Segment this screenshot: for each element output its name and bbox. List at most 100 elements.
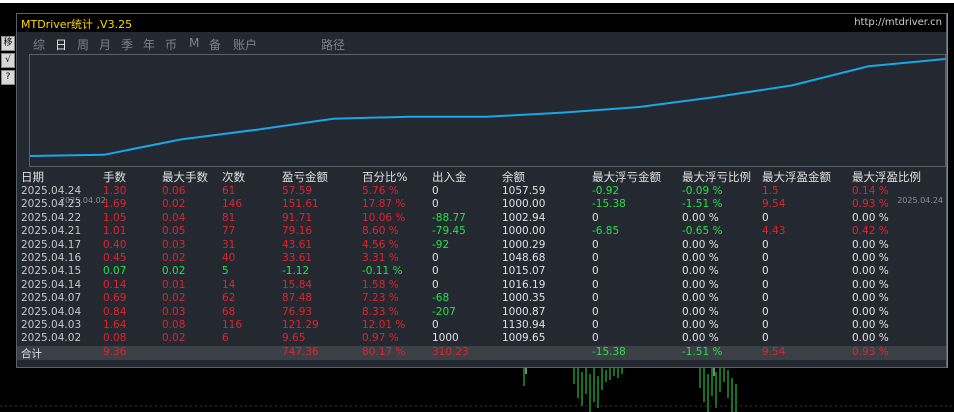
header-deposit[interactable]: 出入金 [432, 169, 467, 185]
table-header: 日期 手数 最大手数 次数 盈亏金额 百分比% 出入金 余额 最大浮亏金额 最大浮亏比例 最大浮盈金… [17, 169, 946, 185]
table-row[interactable]: 2025.04.17 0.40 0.03 31 43.61 4.56 % -92 1000.2… [17, 239, 946, 253]
table-row[interactable]: 2025.04.03 1.64 0.08 116 121.29 12.01 % 0 1130.… [17, 319, 946, 333]
cell-max-float-loss: 0 [592, 211, 599, 224]
header-max-float-loss-pct[interactable]: 最大浮亏比例 [682, 169, 751, 185]
cell-deposit: 0 [432, 185, 439, 197]
cell-max-float-loss-pct: 0.00 % [682, 292, 719, 305]
table-row[interactable]: 2025.04.15 0.07 0.02 5 -1.12 -0.11 % 0 1015.07 0… [17, 265, 946, 279]
header-max-float-profit-pct[interactable]: 最大浮盈比例 [852, 169, 921, 185]
tab-monthly[interactable]: 月 [99, 36, 111, 53]
cell-max-float-loss: 0 [592, 238, 599, 251]
table-row[interactable]: 2025.04.21 1.01 0.05 77 79.16 8.60 % -79.45 100… [17, 225, 946, 239]
header-max-lots[interactable]: 最大手数 [162, 169, 208, 185]
cell-max-lots: 0.05 [162, 225, 186, 238]
total-row: 合计 9.36 747.36 80.17 % 310.23 -15.38 -1.51 % 9.… [17, 345, 946, 360]
cell-deposit: 1000 [432, 332, 459, 345]
tab-notes[interactable]: 备 [209, 36, 221, 53]
header-balance[interactable]: 余额 [502, 169, 525, 185]
balance-point [332, 117, 335, 120]
header-max-float-profit[interactable]: 最大浮盈金额 [762, 169, 831, 185]
header-date[interactable]: 日期 [21, 169, 44, 185]
cell-percent: 0.97 % [362, 332, 399, 345]
cell-lots: 0.07 [103, 265, 127, 278]
cell-trades: 68 [222, 305, 236, 318]
cell-balance: 1002.94 [502, 211, 546, 224]
table-row[interactable]: 2025.04.07 0.69 0.02 62 87.48 7.23 % -68 1000.3… [17, 292, 946, 306]
cell-max-float-profit-pct: 0.00 % [852, 265, 889, 278]
table-row[interactable]: 2025.04.16 0.45 0.02 40 33.61 3.31 % 0 1048.68 0… [17, 252, 946, 266]
balance-point [179, 138, 182, 141]
header-trades[interactable]: 次数 [222, 169, 245, 185]
cell-max-float-profit: 0 [762, 305, 769, 318]
website-link[interactable]: http://mtdriver.cn [854, 17, 942, 28]
tab-symbol[interactable]: 币 [165, 36, 177, 53]
cell-balance: 1048.68 [502, 252, 546, 264]
cell-deposit: 0 [432, 252, 439, 264]
cell-balance: 1016.19 [502, 278, 546, 291]
cell-max-lots: 0.02 [162, 332, 186, 345]
title-bar[interactable]: MTDriver统计 ,V3.25 http://mtdriver.cn [17, 14, 946, 32]
cell-trades: 116 [222, 319, 243, 331]
cell-percent: -0.11 % [362, 265, 403, 278]
cell-date: 2025.04.23 [21, 198, 82, 211]
table-row[interactable]: 2025.04.02 0.08 0.02 6 9.65 0.97 % 1000 1009.65… [17, 332, 946, 346]
cell-date: 2025.04.07 [21, 292, 82, 305]
cell-max-lots: 0.04 [162, 211, 186, 224]
cell-deposit: -207 [432, 305, 456, 318]
table-row[interactable]: 2025.04.23 1.69 0.02 146 151.61 17.87 % 0 1000.… [17, 198, 946, 212]
cell-lots: 1.69 [103, 198, 127, 211]
cell-balance: 1000.29 [502, 238, 546, 251]
cell-percent: 12.01 % [362, 319, 406, 331]
cell-max-float-profit: 9.54 [762, 198, 786, 211]
cell-percent: 4.56 % [362, 238, 399, 251]
tab-daily[interactable]: 日 [55, 36, 67, 53]
balance-point [791, 84, 793, 87]
cell-balance: 1000.35 [502, 292, 546, 305]
right-divider [947, 13, 948, 368]
table-row[interactable]: 2025.04.04 0.84 0.03 68 76.93 8.33 % -207 1000.… [17, 306, 946, 320]
table-row[interactable]: 2025.04.24 1.30 0.06 61 57.59 5.76 % 0 1057.59 -… [17, 185, 946, 199]
tab-yearly[interactable]: 年 [143, 36, 155, 53]
table-row[interactable]: 2025.04.14 0.14 0.01 14 15.84 1.58 % 0 1016.19 0… [17, 279, 946, 293]
balance-point [944, 58, 946, 60]
cell-date: 2025.04.03 [21, 319, 82, 331]
balance-line-chart [30, 58, 946, 157]
balance-chart: 2025.04.02 2025.04.24 [29, 54, 946, 205]
cell-lots: 1.30 [103, 185, 127, 197]
header-profit[interactable]: 盈亏金额 [282, 169, 328, 185]
tab-magic[interactable]: M [189, 36, 199, 50]
header-lots[interactable]: 手数 [103, 169, 126, 185]
tab-overview[interactable]: 综 [33, 36, 45, 53]
header-percent[interactable]: 百分比% [362, 169, 407, 185]
cell-max-float-profit-pct: 0.00 % [852, 238, 889, 251]
cell-max-float-loss: 0 [592, 332, 599, 345]
cell-profit: 57.59 [282, 185, 313, 197]
move-button[interactable]: 移 [1, 36, 15, 51]
check-button[interactable]: √ [1, 53, 15, 68]
cell-profit: 91.71 [282, 211, 313, 224]
tab-weekly[interactable]: 周 [77, 36, 89, 53]
cell-max-float-loss-pct: 0.00 % [682, 211, 719, 224]
tab-path[interactable]: 路径 [321, 36, 345, 53]
balance-series-line [30, 58, 946, 157]
tab-account[interactable]: 账户 [233, 36, 257, 53]
help-button[interactable]: ? [1, 70, 15, 85]
cell-profit: 43.61 [282, 238, 313, 251]
header-max-float-loss[interactable]: 最大浮亏金额 [592, 169, 661, 185]
cell-trades: 61 [222, 185, 236, 197]
cell-profit: 15.84 [282, 278, 313, 291]
table-row[interactable]: 2025.04.22 1.05 0.04 81 91.71 10.06 % -88.77 10… [17, 212, 946, 226]
cell-lots: 0.84 [103, 305, 127, 318]
total-max-float-profit: 9.54 [762, 345, 786, 358]
cell-date: 2025.04.21 [21, 225, 82, 238]
total-max-float-profit-pct: 0.93 % [852, 345, 889, 358]
statistics-window: MTDriver统计 ,V3.25 http://mtdriver.cn 综日周… [16, 13, 947, 368]
cell-max-lots: 0.08 [162, 319, 186, 331]
cell-max-float-profit-pct: 0.00 % [852, 278, 889, 291]
tab-quarterly[interactable]: 季 [121, 36, 133, 53]
cell-date: 2025.04.22 [21, 211, 82, 224]
cell-max-lots: 0.02 [162, 252, 186, 264]
cell-max-float-profit: 0 [762, 211, 769, 224]
cell-deposit: 0 [432, 265, 439, 278]
cell-max-float-profit-pct: 0.00 % [852, 211, 889, 224]
